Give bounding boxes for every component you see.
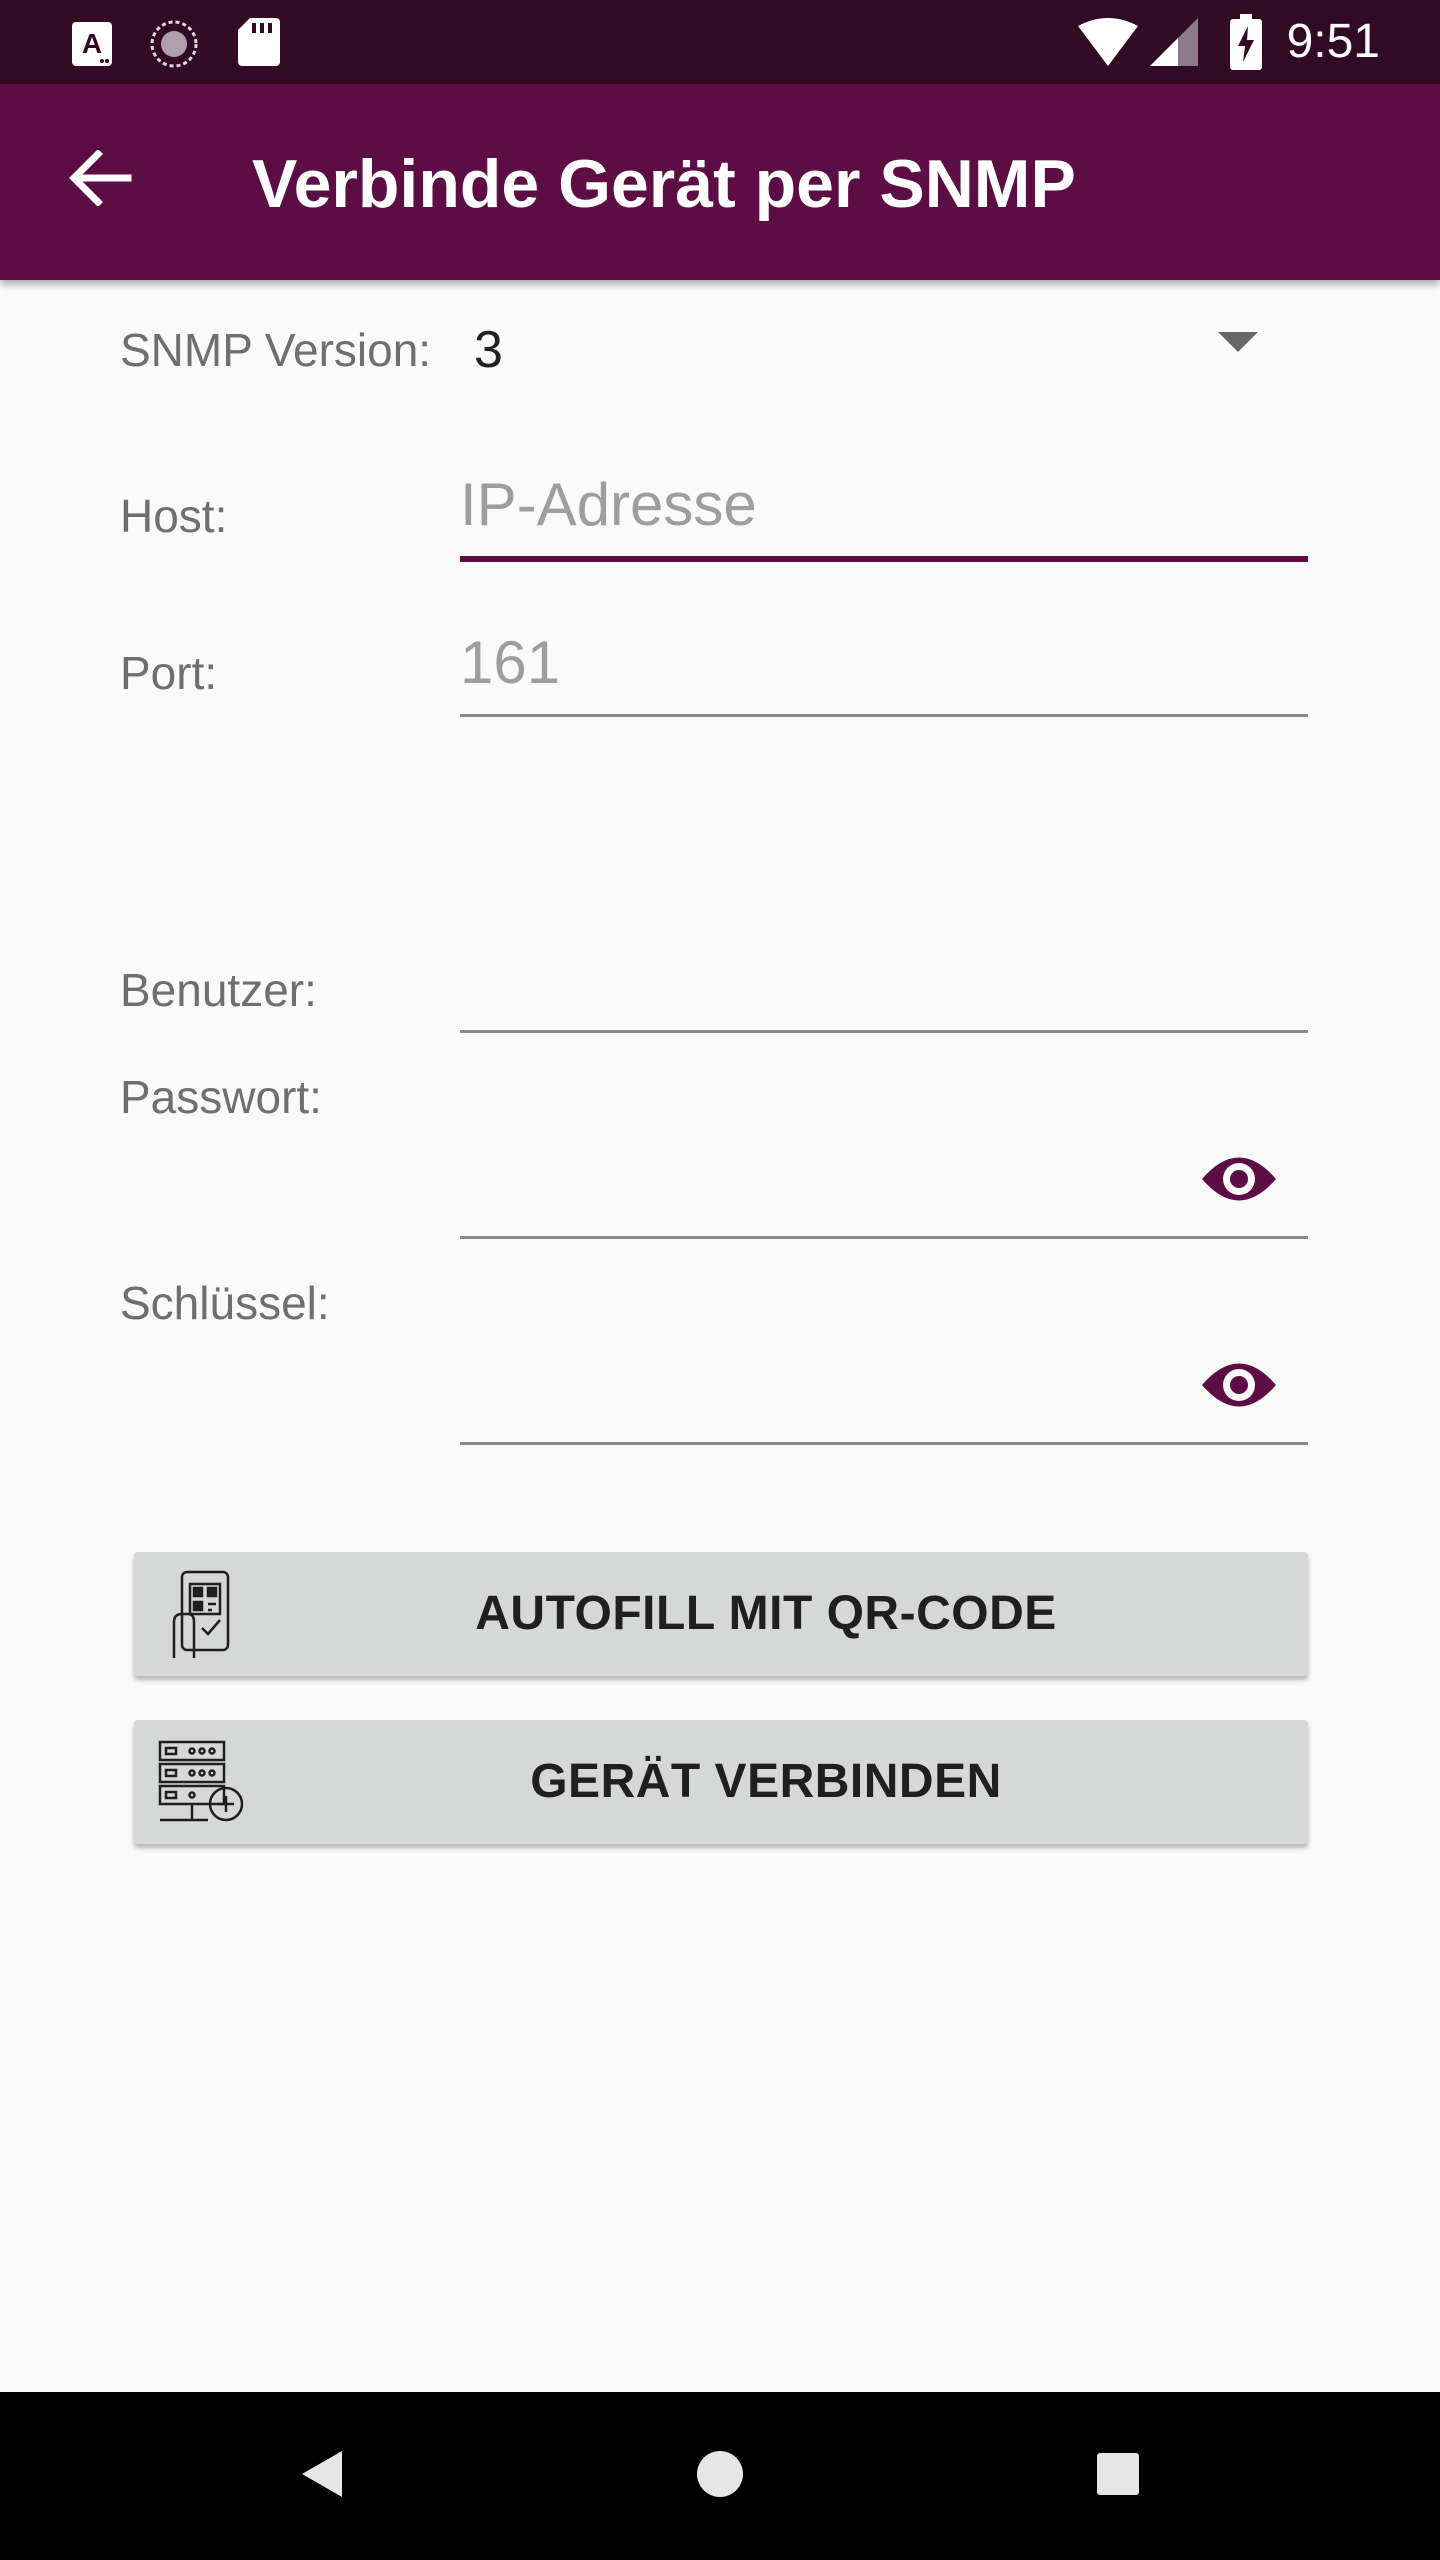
host-placeholder: IP-Adresse	[460, 471, 757, 538]
port-underline	[460, 714, 1308, 717]
user-underline	[460, 1030, 1308, 1033]
key-input[interactable]	[460, 1326, 1308, 1448]
home-circle-icon	[695, 2449, 745, 2504]
sd-card-icon	[238, 18, 280, 71]
snmp-version-label: SNMP Version:	[120, 324, 432, 376]
password-underline	[460, 1236, 1308, 1239]
eye-icon[interactable]	[1200, 1150, 1278, 1213]
status-bar: A 9:51	[0, 0, 1440, 84]
autofill-qr-button[interactable]: AUTOFILL MIT QR-CODE	[134, 1552, 1308, 1676]
connect-button-label: GERÄT VERBINDEN	[530, 1755, 1002, 1808]
svg-text:A: A	[82, 28, 102, 59]
key-underline	[460, 1442, 1308, 1445]
snmp-version-value: 3	[474, 321, 503, 379]
wifi-icon	[1078, 18, 1138, 71]
user-label: Benutzer:	[120, 964, 317, 1016]
arrow-left-icon	[68, 148, 132, 211]
host-underline	[460, 556, 1308, 562]
key-label: Schlüssel:	[120, 1277, 330, 1329]
port-input[interactable]: 161	[460, 620, 1308, 720]
nav-back-button[interactable]	[282, 2436, 362, 2516]
back-button[interactable]	[50, 130, 150, 230]
nav-recents-button[interactable]	[1078, 2436, 1158, 2516]
page-title: Verbinde Gerät per SNMP	[252, 146, 1076, 222]
password-input[interactable]	[460, 1120, 1308, 1242]
port-label: Port:	[120, 647, 218, 699]
port-placeholder: 161	[460, 629, 561, 696]
connect-device-button[interactable]: GERÄT VERBINDEN	[134, 1720, 1308, 1844]
host-label: Host:	[120, 490, 228, 542]
host-input[interactable]: IP-Adresse	[460, 462, 1308, 566]
autofill-button-label: AUTOFILL MIT QR-CODE	[475, 1587, 1057, 1640]
a-notification-icon: A	[72, 22, 112, 71]
sync-icon	[148, 18, 200, 75]
cell-signal-icon	[1150, 18, 1198, 71]
chevron-down-icon	[1218, 332, 1258, 352]
nav-home-button[interactable]	[680, 2436, 760, 2516]
navigation-bar	[0, 2392, 1440, 2560]
password-label: Passwort:	[120, 1071, 322, 1123]
app-bar: Verbinde Gerät per SNMP	[0, 84, 1440, 280]
eye-icon[interactable]	[1200, 1356, 1278, 1419]
recents-square-icon	[1096, 2452, 1140, 2501]
battery-charging-icon	[1230, 14, 1262, 75]
snmp-version-spinner[interactable]: 3	[460, 296, 1308, 406]
back-triangle-icon	[300, 2449, 344, 2504]
clock: 9:51	[1286, 15, 1380, 68]
user-input[interactable]	[460, 940, 1308, 1036]
